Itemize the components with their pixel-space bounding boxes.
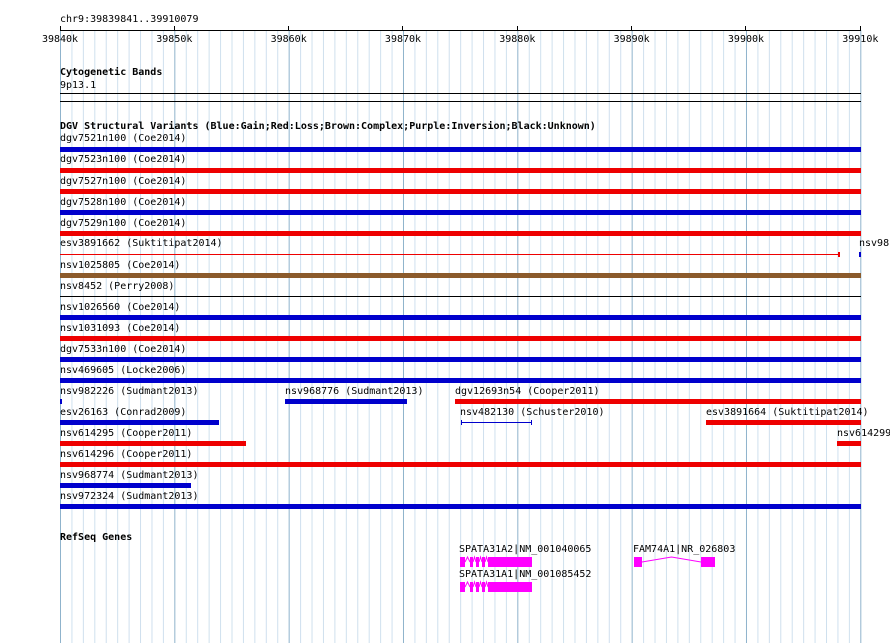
refseq-gene-model[interactable] — [0, 0, 890, 643]
gene-exon — [701, 557, 715, 567]
gene-exon — [634, 557, 642, 567]
gene-intron — [641, 556, 702, 563]
